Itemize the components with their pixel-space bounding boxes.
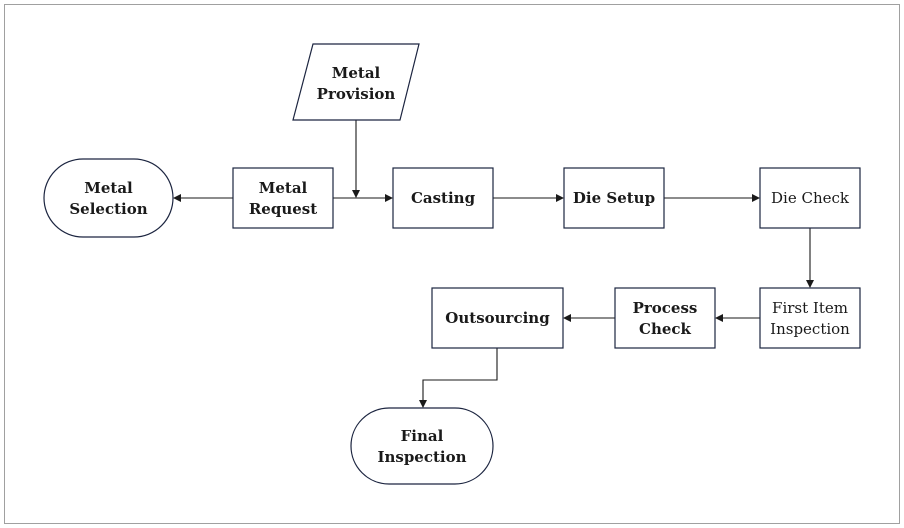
- node-label: Casting: [411, 189, 476, 207]
- node-label: Process: [633, 299, 698, 317]
- node-label: Metal: [84, 179, 133, 197]
- node-label: Final: [401, 427, 444, 445]
- node-casting[interactable]: Casting: [392, 167, 494, 229]
- node-label: First Item: [772, 299, 848, 317]
- node-metal-request[interactable]: Metal Request: [232, 167, 334, 229]
- node-outsourcing[interactable]: Outsourcing: [431, 287, 564, 349]
- node-label: Inspection: [377, 448, 466, 466]
- node-label: Inspection: [770, 320, 850, 338]
- node-label: Outsourcing: [445, 309, 550, 327]
- node-label: Metal: [332, 64, 381, 82]
- node-metal-selection[interactable]: Metal Selection: [43, 158, 174, 238]
- node-process-check[interactable]: Process Check: [614, 287, 716, 349]
- node-metal-provision[interactable]: Metal Provision: [292, 43, 420, 121]
- flowchart-canvas: Metal Provision Metal Selection Metal Re…: [4, 4, 900, 524]
- node-label: Provision: [317, 85, 396, 103]
- node-first-item-inspection[interactable]: First Item Inspection: [759, 287, 861, 349]
- node-label: Die Check: [771, 189, 850, 207]
- node-label: Selection: [69, 200, 147, 218]
- node-label: Request: [249, 200, 317, 218]
- node-label: Metal: [259, 179, 308, 197]
- node-final-inspection[interactable]: Final Inspection: [350, 407, 494, 485]
- node-label: Die Setup: [573, 189, 655, 207]
- node-die-setup[interactable]: Die Setup: [563, 167, 665, 229]
- node-die-check[interactable]: Die Check: [759, 167, 861, 229]
- node-label: Check: [639, 320, 692, 338]
